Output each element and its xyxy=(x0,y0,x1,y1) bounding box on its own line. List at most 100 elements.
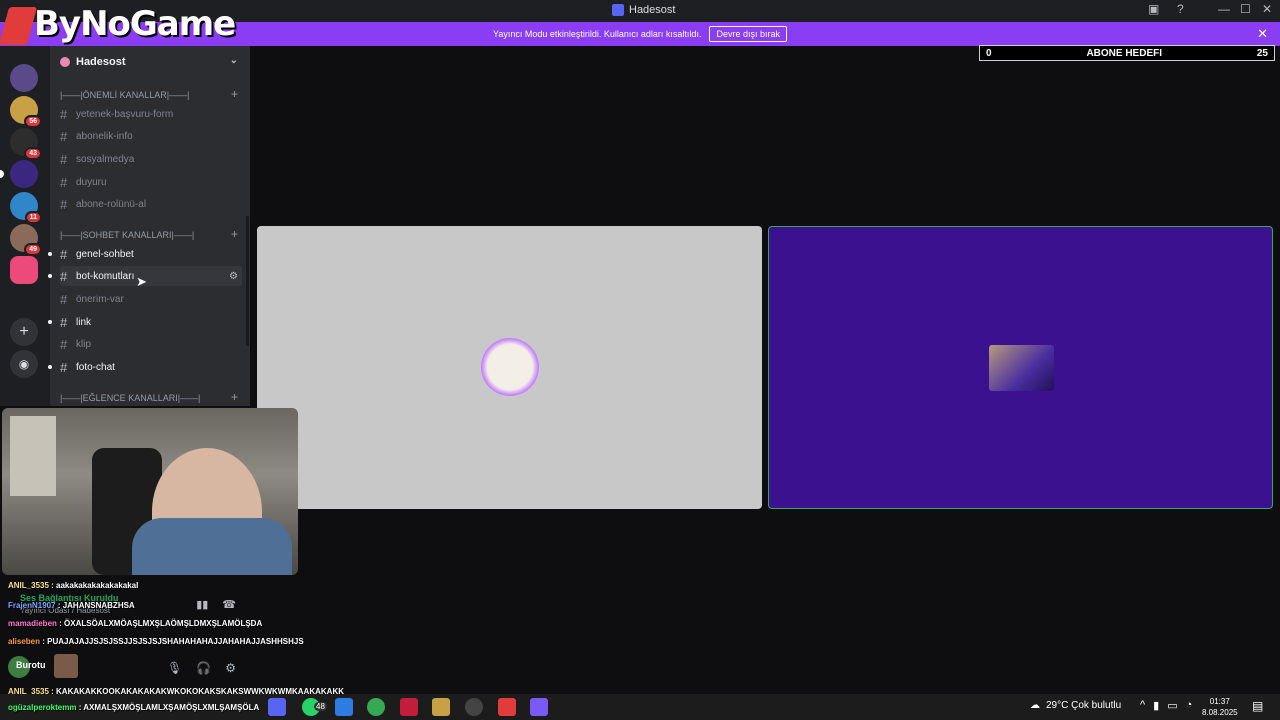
network-icon[interactable]: ▭ xyxy=(1167,699,1177,712)
channel-item[interactable]: # duyuru xyxy=(60,172,242,192)
avatar xyxy=(481,338,539,396)
subscriber-goal-bar: 0 ABONE HEDEFI 25 xyxy=(979,45,1275,61)
explore-icon[interactable]: ◉ xyxy=(10,350,38,378)
hash-icon: # xyxy=(60,128,68,144)
hash-icon: # xyxy=(60,291,68,307)
chat-message: FrajenN1907 : JAHANSNABZHSA xyxy=(8,601,135,610)
category-chat[interactable]: |——|SOHBET KANALLARI|——| xyxy=(60,230,194,240)
guild-name: Hadesost xyxy=(76,56,126,68)
guild-header[interactable]: Hadesost ⌄ xyxy=(50,46,250,78)
category-important[interactable]: |——|ÖNEMLİ KANALLAR|——| xyxy=(60,90,189,100)
app-taskbar-icon[interactable] xyxy=(530,698,548,716)
whatsapp-taskbar-icon[interactable]: 48 xyxy=(302,698,327,716)
app-taskbar-icon[interactable] xyxy=(400,698,418,716)
hash-icon: # xyxy=(60,174,68,190)
banner-close-icon[interactable]: ✕ xyxy=(1257,26,1268,42)
server-icon-6[interactable]: 49 xyxy=(10,224,42,256)
notifications-icon[interactable]: ▤ xyxy=(1252,699,1263,713)
weather-text: 29°C Çok bulutlu xyxy=(1046,700,1122,711)
system-tray: ^ ▮ ▭ ◔ xyxy=(1140,699,1192,712)
server-icon-7[interactable] xyxy=(10,256,38,284)
channel-item[interactable]: # bot-komutları ⚙ xyxy=(48,266,242,286)
weather-widget[interactable]: ☁ 29°C Çok bulutlu xyxy=(1030,700,1121,711)
hash-icon: # xyxy=(60,106,68,122)
obs-taskbar-icon[interactable] xyxy=(465,698,483,716)
goal-label: ABONE HEDEFI xyxy=(1086,47,1162,59)
app-taskbar-icon[interactable] xyxy=(498,698,516,716)
mouse-cursor-icon: ➤ xyxy=(136,274,147,289)
channel-item[interactable]: # yetenek-başvuru-form xyxy=(60,104,242,124)
stream-logo: ByNoGame xyxy=(0,4,236,45)
unread-dot xyxy=(48,365,52,369)
add-channel-icon[interactable]: + xyxy=(231,87,238,101)
unread-dot xyxy=(48,320,52,324)
clock[interactable]: 01:37 8.08.2025 xyxy=(1202,696,1238,718)
server-icon-4[interactable] xyxy=(0,160,38,188)
webcam-hoodie xyxy=(132,518,292,575)
app-taskbar-icon[interactable] xyxy=(335,698,353,716)
hash-icon: # xyxy=(60,359,68,375)
microphone-tray-icon[interactable]: ▮ xyxy=(1153,699,1159,712)
server-icon-2[interactable]: 56 xyxy=(10,96,42,128)
window-title: Hadesost xyxy=(612,4,675,16)
unread-dot xyxy=(48,252,52,256)
channel-item[interactable]: # abonelik-info xyxy=(60,126,242,146)
channel-sidebar: Hadesost ⌄ |——|ÖNEMLİ KANALLAR|——| + # ye… xyxy=(48,46,250,406)
hash-icon: # xyxy=(60,151,68,167)
cloud-icon: ☁ xyxy=(1030,700,1040,711)
channel-item[interactable]: # önerim-var xyxy=(60,289,242,309)
hash-icon: # xyxy=(60,314,68,330)
selected-indicator xyxy=(0,170,4,178)
chrome-taskbar-icon[interactable] xyxy=(367,698,385,716)
logo-text: ByNoGame xyxy=(34,4,236,44)
category-fun[interactable]: |——|EĞLENCE KANALLARI|——| xyxy=(60,393,200,403)
disable-streamer-mode-button[interactable]: Devre dışı bırak xyxy=(709,26,787,42)
taskbar: ogüzalperoktemm : AXMALŞXMÖŞLAMLXŞAMÖŞLX… xyxy=(0,694,1280,720)
server-list: 56 43 11 49 + ◉ xyxy=(0,46,50,406)
banner-text: Yayıncı Modu etkinleştirildi. Kullanıcı … xyxy=(493,29,702,39)
channel-item[interactable]: # genel-sohbet xyxy=(48,244,242,264)
channel-scrollbar[interactable] xyxy=(246,216,249,346)
hash-icon: # xyxy=(60,246,68,262)
window-title-text: Hadesost xyxy=(629,4,676,16)
server-badge: 56 xyxy=(24,115,42,128)
server-icon-3[interactable]: 43 xyxy=(10,128,42,160)
channel-settings-icon[interactable]: ⚙ xyxy=(229,271,238,282)
chat-message: ANIL_3535 : aakakakakakakakakal xyxy=(8,581,139,590)
chat-message: aliseben : PUAJAJAJJSJSJSSJJSJSJSJSHAHAH… xyxy=(8,637,304,646)
hash-icon: # xyxy=(60,268,68,284)
goal-current: 0 xyxy=(986,47,992,59)
avatar xyxy=(989,345,1054,391)
streamer-webcam xyxy=(2,408,298,575)
minimize-button[interactable]: — xyxy=(1218,2,1230,16)
close-window-button[interactable]: ✕ xyxy=(1262,2,1272,16)
chevron-up-icon[interactable]: ^ xyxy=(1140,699,1145,712)
league-taskbar-icon[interactable] xyxy=(432,698,450,716)
video-tile-user-1[interactable] xyxy=(257,226,762,509)
volume-icon[interactable]: ◔ xyxy=(1186,699,1193,712)
channel-item[interactable]: # link xyxy=(48,312,242,332)
channel-item[interactable]: # abone-rolünü-al xyxy=(60,194,242,214)
video-tile-user-2[interactable] xyxy=(768,226,1273,509)
channel-item[interactable]: # sosyalmedya xyxy=(60,149,242,169)
add-server-icon[interactable]: + xyxy=(10,318,38,346)
guild-icon xyxy=(60,57,70,67)
server-badge: 49 xyxy=(24,243,42,256)
clock-date: 8.08.2025 xyxy=(1202,708,1238,717)
add-channel-icon[interactable]: + xyxy=(231,227,238,241)
help-icon[interactable]: ? xyxy=(1177,2,1184,16)
chat-message: ogüzalperoktemm : AXMALŞXMÖŞLAMLXŞAMÖŞLX… xyxy=(8,703,260,712)
discord-taskbar-icon[interactable] xyxy=(268,698,286,716)
inbox-icon[interactable]: ▣ xyxy=(1148,2,1159,16)
server-badge: 43 xyxy=(24,147,42,160)
server-icon-1[interactable] xyxy=(10,64,38,92)
logo-mark-icon xyxy=(0,6,38,45)
maximize-button[interactable]: ☐ xyxy=(1240,2,1251,16)
stream-chat-overlay: ANIL_3535 : aakakakakakakakakal FrajenN1… xyxy=(0,578,344,698)
channel-item[interactable]: # foto-chat xyxy=(48,357,242,377)
chevron-down-icon[interactable]: ⌄ xyxy=(230,55,238,66)
channel-item[interactable]: # klip xyxy=(60,334,242,354)
add-channel-icon[interactable]: + xyxy=(231,390,238,404)
goal-target: 25 xyxy=(1256,47,1268,59)
server-icon-5[interactable]: 11 xyxy=(10,192,42,224)
